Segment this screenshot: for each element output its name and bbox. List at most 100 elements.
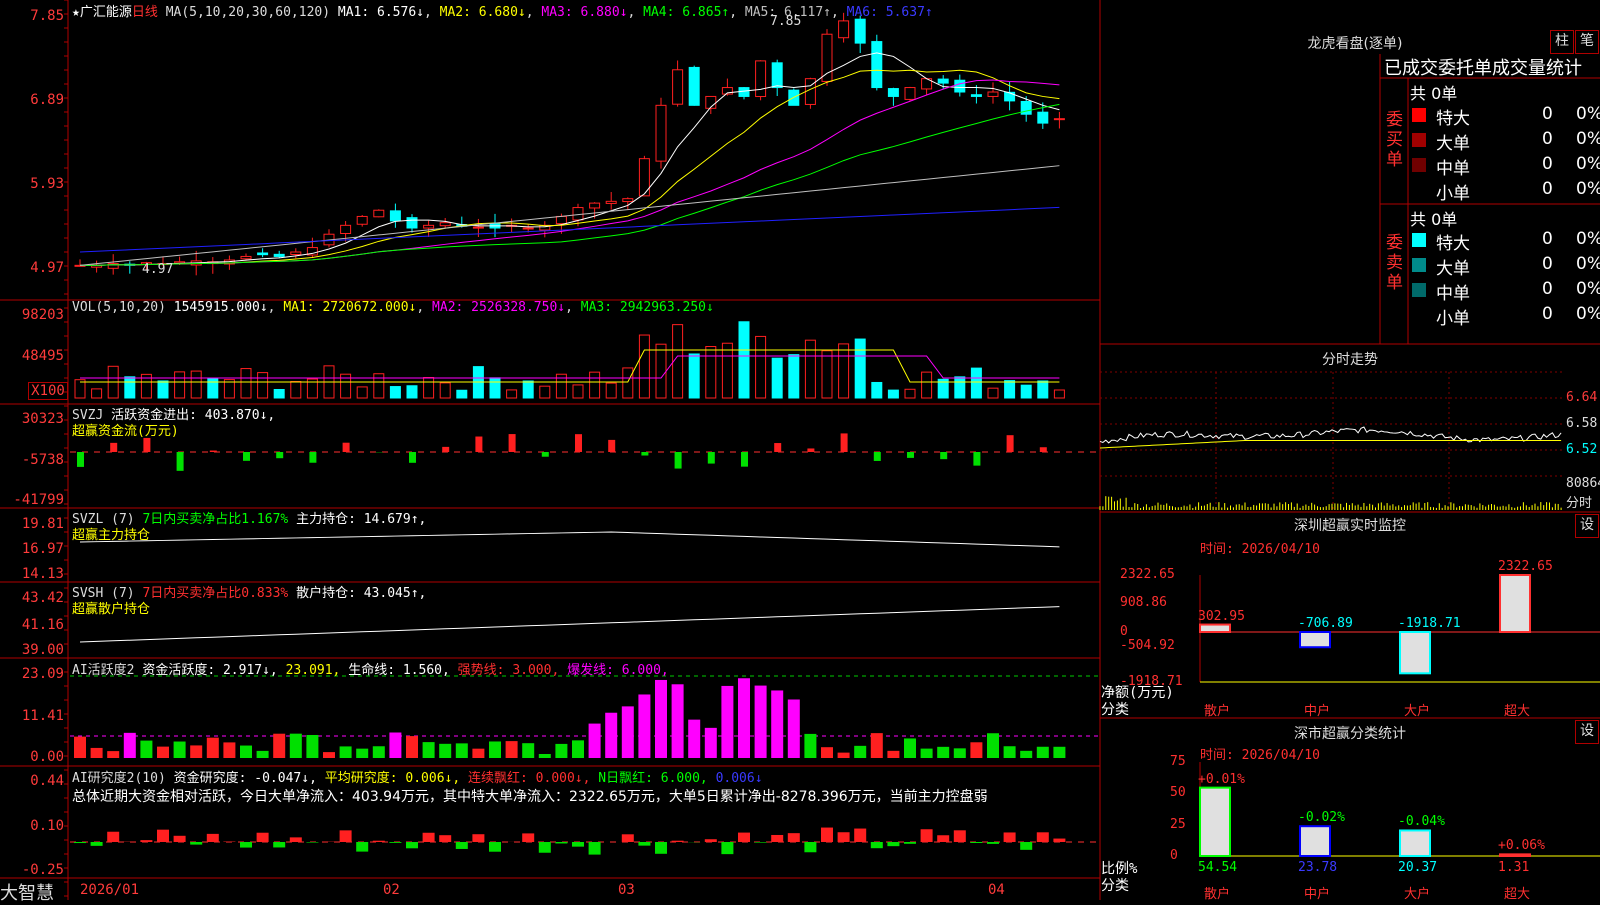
ai-research-bar xyxy=(788,833,800,842)
candle xyxy=(357,216,367,224)
ai-active-bar xyxy=(373,746,385,758)
candle xyxy=(274,254,284,256)
ai-research-y-label: 0.44 xyxy=(2,773,64,789)
candle xyxy=(258,253,268,255)
monitor-bar xyxy=(1500,575,1530,632)
monitor-bar xyxy=(1300,632,1330,647)
classify-y-label: 25 xyxy=(1170,817,1186,832)
ai-research-bar xyxy=(373,841,385,842)
ai-research-bar xyxy=(705,839,717,842)
ai-research-bar xyxy=(107,832,119,842)
order-size-swatch xyxy=(1412,108,1426,122)
volume-bar xyxy=(424,378,434,398)
ai-research-bar xyxy=(273,842,285,847)
volume-bar xyxy=(789,355,799,398)
svsh-y-label: 39.00 xyxy=(2,642,64,658)
ai-research-bar xyxy=(954,830,966,842)
svzj-bar xyxy=(1007,435,1014,452)
monitor-bar xyxy=(1400,632,1430,673)
ai-active-bar xyxy=(1037,747,1049,758)
ai-active-bar xyxy=(340,746,352,758)
ai-research-bar xyxy=(489,842,501,852)
buy-side-label: 委买单 xyxy=(1386,110,1406,170)
classify-bar xyxy=(1400,830,1430,856)
candle xyxy=(872,42,882,88)
ai-active-bar xyxy=(273,734,285,758)
svzj-bar xyxy=(110,443,117,452)
sell-total: 共 0单 xyxy=(1410,206,1457,230)
ai-research-bar xyxy=(74,842,86,843)
order-size-pct: 0% xyxy=(1576,254,1600,274)
ai-active-bar xyxy=(389,732,401,758)
svzj-bar xyxy=(874,452,881,461)
ai-active-bar xyxy=(124,733,136,758)
candle xyxy=(955,80,965,92)
volume-bar xyxy=(258,373,268,398)
ai-active-bar xyxy=(1020,751,1032,758)
ai-active-bar xyxy=(506,741,518,758)
ai-active-bar xyxy=(688,720,700,758)
candle xyxy=(656,105,666,161)
ai-active-bar xyxy=(489,741,501,758)
candle xyxy=(756,61,766,97)
monitor-y-label: -1918.71 xyxy=(1120,674,1183,689)
tick-mode-button[interactable]: 笔 xyxy=(1575,30,1599,54)
volume-bar xyxy=(590,372,600,398)
ai-active-bar xyxy=(174,742,186,758)
order-size-name: 特大 xyxy=(1436,229,1470,254)
order-size-name: 小单 xyxy=(1436,304,1470,329)
ai-research-bar xyxy=(306,842,318,843)
ai-research-bar xyxy=(622,834,634,842)
volume-bar xyxy=(357,387,367,398)
candle xyxy=(623,199,633,202)
main-chart-canvas[interactable] xyxy=(0,0,1600,900)
candle xyxy=(291,252,301,255)
monitor-settings-button[interactable]: 设 xyxy=(1575,514,1599,538)
monitor-y-label: 0 xyxy=(1120,624,1128,639)
order-size-pct: 0% xyxy=(1576,129,1600,149)
bar-mode-button[interactable]: 柱 xyxy=(1550,30,1574,54)
order-size-name: 大单 xyxy=(1436,254,1470,279)
intraday-vol-label: 80864 xyxy=(1566,476,1600,491)
monitor-bar xyxy=(1200,625,1230,632)
order-size-name: 中单 xyxy=(1436,154,1470,179)
candle xyxy=(473,227,483,228)
svsh-subtitle: 超赢散户持仓 xyxy=(72,598,150,617)
ai-active-bar xyxy=(838,753,850,758)
ai-active-bar xyxy=(539,754,551,758)
ai-research-bar xyxy=(257,833,269,842)
ai-research-bar xyxy=(190,842,202,845)
volume-bar xyxy=(291,382,301,398)
candle xyxy=(1054,119,1064,120)
ai-research-bar xyxy=(240,842,252,848)
lhb-header: 已成交委托单成交量统计 xyxy=(1384,54,1598,80)
price-y-label: 6.89 xyxy=(2,92,64,108)
svzj-bar xyxy=(475,437,482,452)
monitor-time: 时间: 2026/04/10 xyxy=(1200,538,1320,557)
ai-research-bar xyxy=(472,834,484,842)
volume-bar xyxy=(872,382,882,398)
classify-y-label: 75 xyxy=(1170,754,1186,769)
classify-settings-button[interactable]: 设 xyxy=(1575,720,1599,744)
volume-bar xyxy=(490,378,500,398)
ai-research-bar xyxy=(207,834,219,842)
intraday-y-label: 6.64 xyxy=(1566,390,1597,405)
ai-active-bar xyxy=(887,751,899,758)
ai-research-bar xyxy=(290,837,302,842)
star-icon[interactable]: ★ xyxy=(72,5,80,20)
order-size-swatch xyxy=(1412,258,1426,272)
ai-active-bar xyxy=(439,744,451,758)
monitor-value-label: -706.89 xyxy=(1298,616,1353,631)
intraday-avg-line xyxy=(1100,441,1561,449)
order-size-count: 0 xyxy=(1542,279,1553,299)
volume-bar xyxy=(274,389,284,398)
order-size-pct: 0% xyxy=(1576,154,1600,174)
candle xyxy=(673,70,683,104)
candle xyxy=(1005,92,1015,101)
ai-active-bar xyxy=(655,680,667,758)
classify-value-label: 23.78 xyxy=(1298,860,1337,875)
candle xyxy=(822,34,832,81)
period-label[interactable]: 日线 xyxy=(132,5,158,20)
svzj-bar xyxy=(210,451,217,452)
ai-research-caption: AI研究度2(10) 资金研究度: -0.047↓, 平均研究度: 0.006↓… xyxy=(72,767,763,786)
